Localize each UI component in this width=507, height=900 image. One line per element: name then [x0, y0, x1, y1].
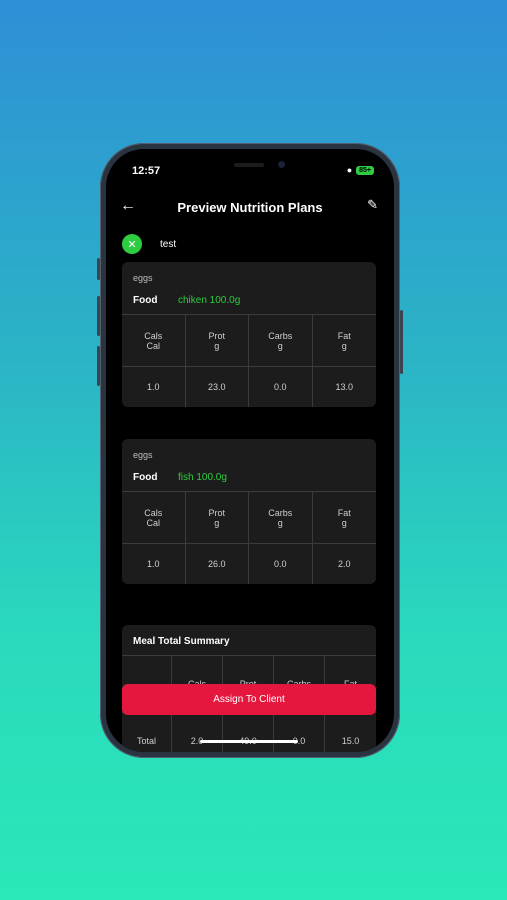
table-value-cell: 26.0: [186, 544, 249, 584]
table-header-cell: Fat g: [312, 315, 376, 367]
table-value-cell: 0.0: [249, 544, 313, 584]
table-value-cell: 15.0: [325, 713, 376, 752]
front-camera: [278, 161, 285, 168]
client-name: test: [160, 238, 177, 250]
food-value: fish 100.0g: [178, 471, 227, 483]
client-row[interactable]: ✕ test: [122, 234, 176, 254]
status-icons: ● 85+: [347, 165, 374, 175]
table-value-cell: 1.0: [122, 544, 186, 584]
table-value-cell: 23.0: [186, 367, 249, 407]
summary-row-label: Total: [122, 713, 172, 752]
meal-card: eggs Food chiken 100.0g Cals Cal Prot g Ca…: [122, 262, 376, 407]
volume-up-button: [97, 296, 100, 336]
table-header-cell: Carbs g: [249, 492, 313, 544]
table-header-cell: Cals Cal: [122, 315, 186, 367]
table-value-cell: 0.0: [249, 367, 313, 407]
table-value-cell: 13.0: [335, 382, 354, 392]
meal-label: eggs: [133, 273, 153, 283]
table-header-cell: Cals Cal: [122, 492, 186, 544]
table-header-cell: Fat g: [312, 492, 376, 544]
page-title: Preview Nutrition Plans: [177, 199, 323, 215]
speaker: [234, 163, 264, 167]
power-button: [400, 310, 403, 374]
table-value-cell: 0.0: [274, 713, 325, 752]
volume-down-button: [97, 346, 100, 386]
home-indicator[interactable]: [200, 740, 298, 743]
food-key: Food: [133, 471, 158, 483]
phone-frame: 12:57 ● 85+ ← Preview Nutrition Plans ✎ …: [100, 143, 400, 758]
food-value: chiken 100.0g: [178, 294, 241, 306]
meal-card: eggs Food fish 100.0g Cals Cal Prot g Carb…: [122, 439, 376, 584]
table-value-cell: 49.0: [223, 713, 274, 752]
top-bar: ← Preview Nutrition Plans ✎: [106, 195, 394, 219]
battery-icon: 85+: [356, 165, 374, 175]
back-arrow-icon[interactable]: ←: [120, 197, 136, 215]
side-button: [97, 258, 100, 280]
table-header-cell: Prot g: [185, 315, 249, 367]
wifi-icon: ●: [346, 165, 353, 175]
nutrient-table: Cals Cal Prot g Carbs g Fat g 1.0 23.0 0.0 1…: [122, 314, 376, 407]
meal-label: eggs: [133, 450, 153, 460]
nutrient-table: Cals Cal Prot g Carbs g Fat g 1.0 26.0 0.0 2…: [122, 491, 376, 584]
table-value-cell: 2.0: [172, 713, 223, 752]
food-row: Food fish 100.0g: [122, 463, 376, 491]
food-key: Food: [133, 294, 158, 306]
table-value-cell: 1.0: [122, 367, 186, 407]
summary-title: Meal Total Summary: [133, 636, 230, 647]
food-row: Food chiken 100.0g: [122, 286, 376, 314]
table-header-cell: Prot g: [185, 492, 249, 544]
fork-knife-icon: ✕: [122, 234, 142, 254]
edit-icon[interactable]: ✎: [367, 197, 378, 213]
assign-to-client-button[interactable]: Assign To Client: [122, 684, 376, 715]
status-time: 12:57: [132, 165, 161, 177]
table-value-cell: 2.0: [337, 559, 351, 569]
app-screen: 12:57 ● 85+ ← Preview Nutrition Plans ✎ …: [106, 149, 394, 752]
table-header-cell: Carbs g: [249, 315, 313, 367]
